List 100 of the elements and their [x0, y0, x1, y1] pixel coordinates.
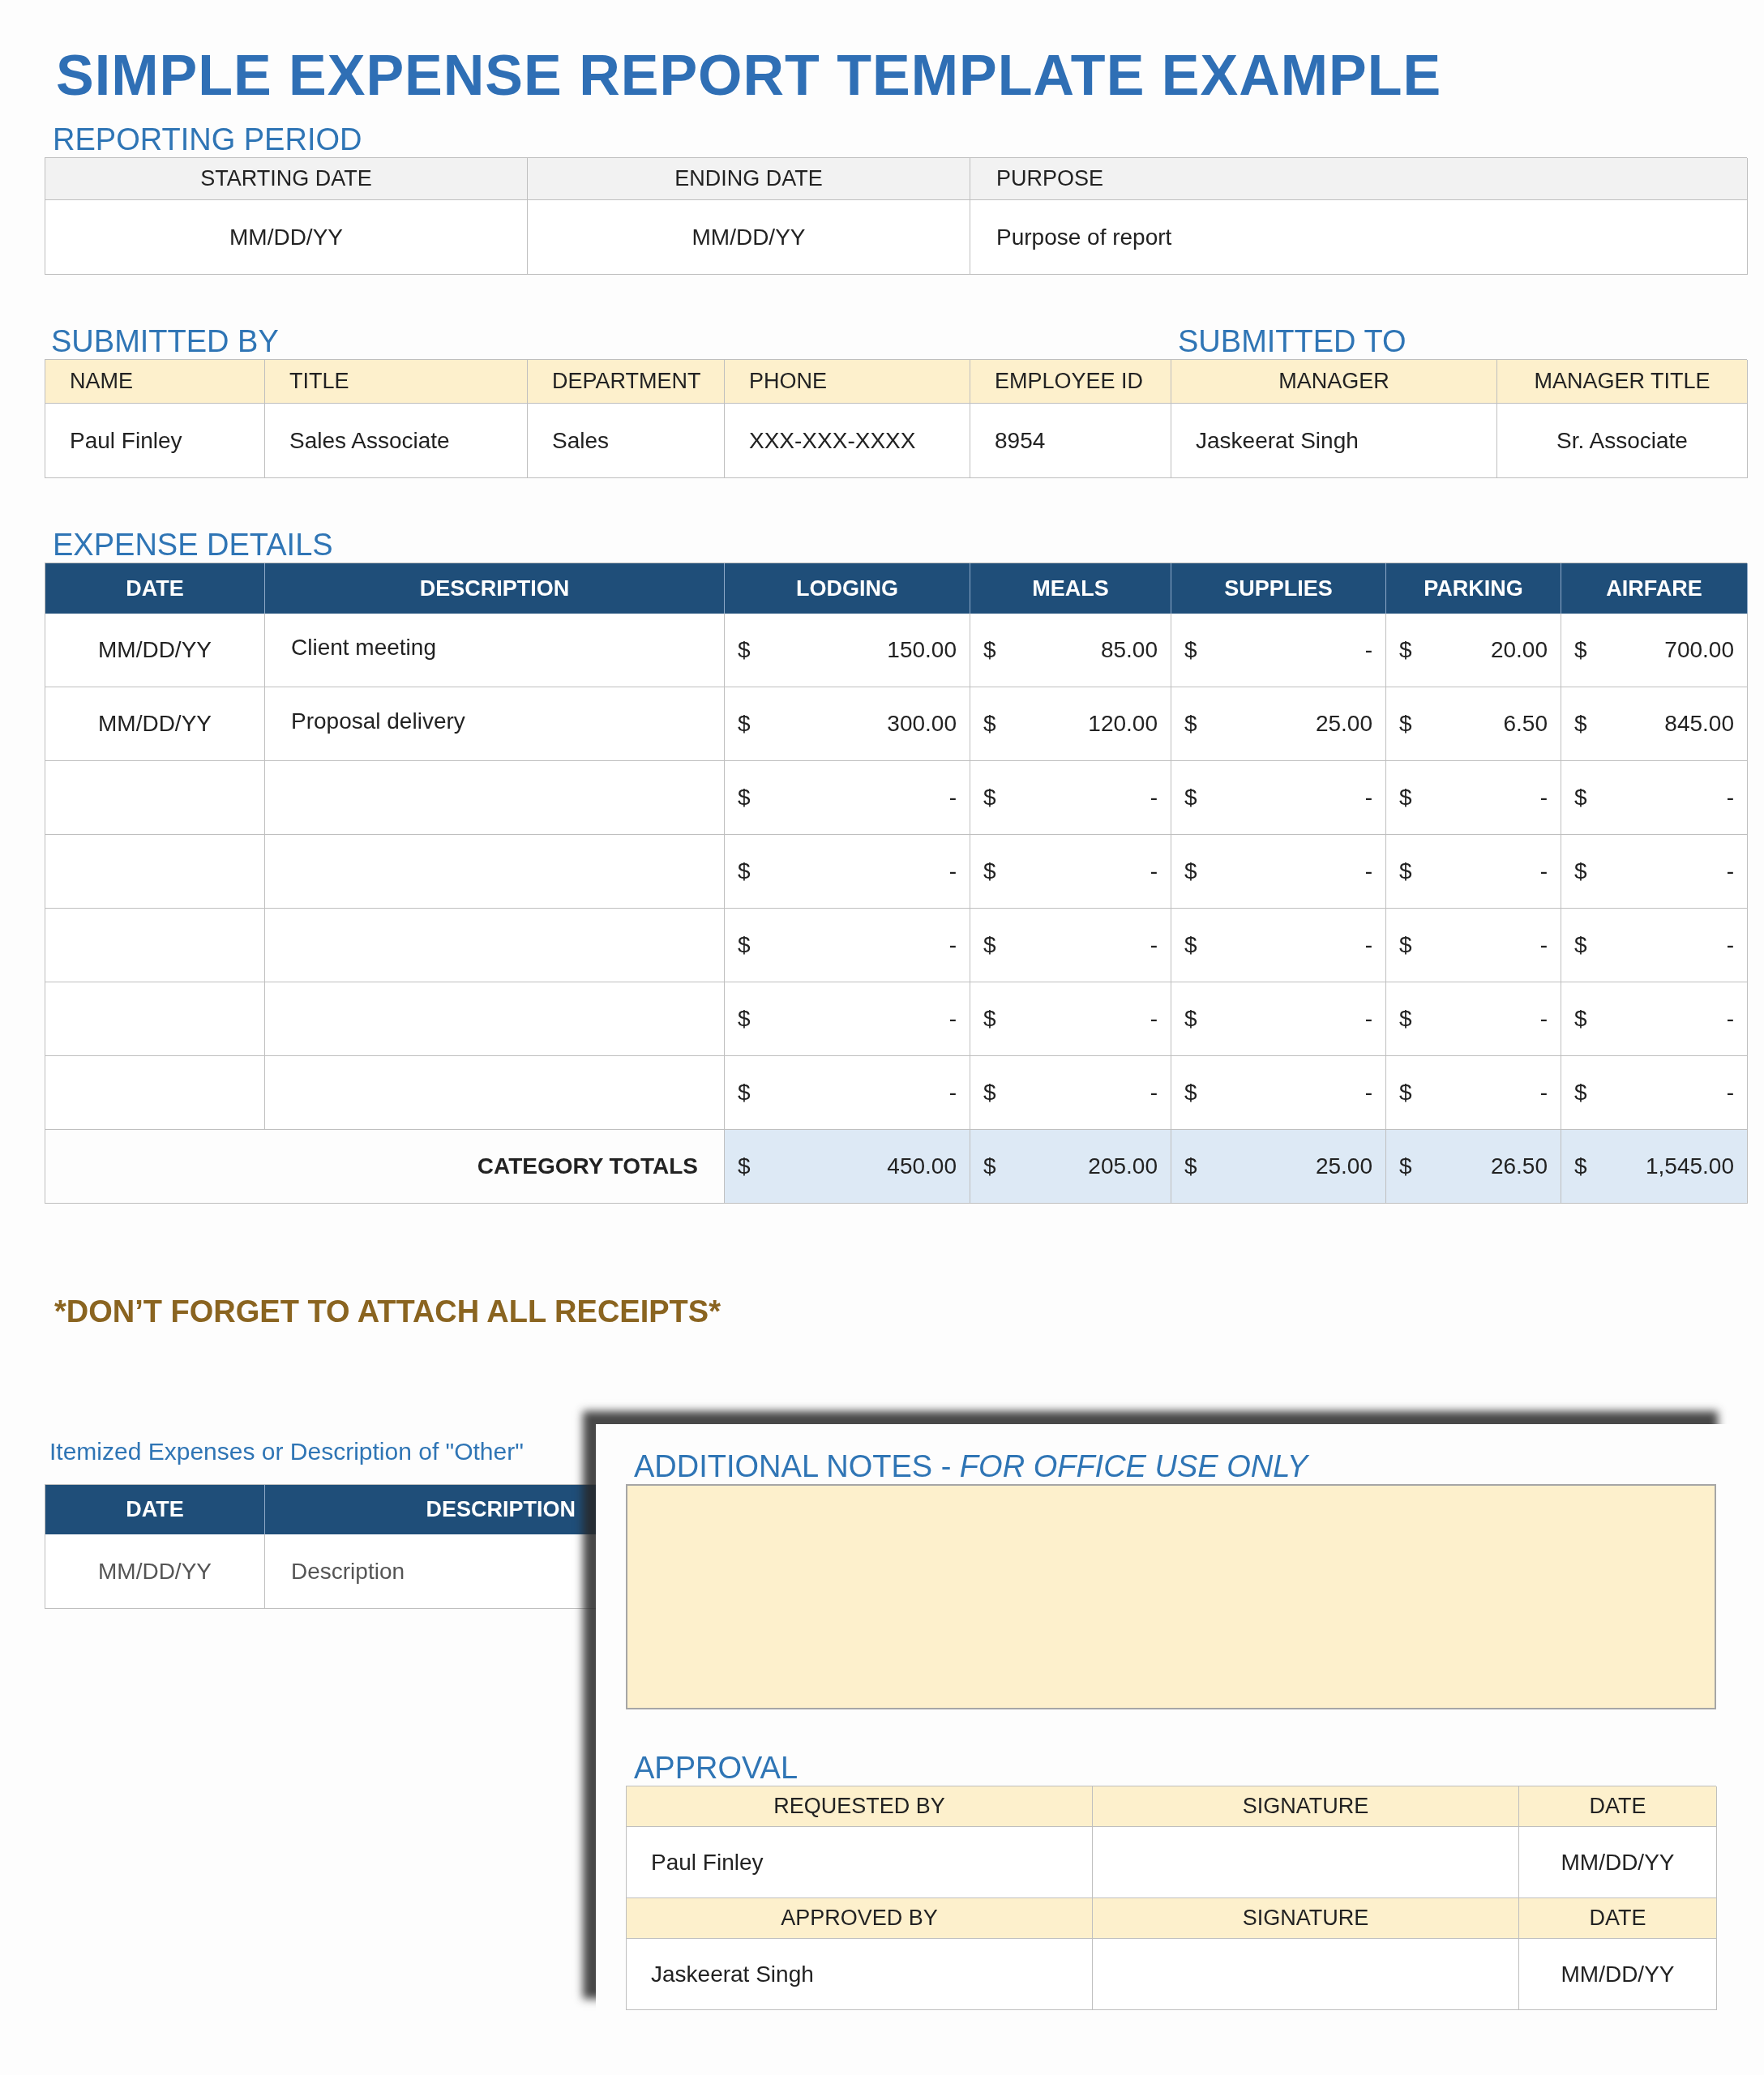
table-header-cell: MANAGER TITLE: [1497, 360, 1748, 404]
currency-sign: $: [1184, 1079, 1197, 1106]
table-header-cell: DATE: [1519, 1898, 1717, 1939]
amount-value: 25.00: [1315, 1153, 1372, 1180]
currency-sign: $: [738, 636, 751, 664]
table-header-cell: SUPPLIES: [1171, 563, 1386, 614]
amount-value: -: [1364, 636, 1372, 664]
table-header-cell: ENDING DATE: [528, 158, 970, 200]
amount-value: -: [1364, 1079, 1372, 1106]
table-cell: MM/DD/YY: [45, 614, 265, 687]
table-header-cell: EMPLOYEE ID: [970, 360, 1171, 404]
currency-sign: $: [1399, 931, 1412, 959]
currency-sign: $: [1574, 710, 1587, 738]
table-header-cell: DESCRIPTION: [265, 563, 725, 614]
amount-value: -: [1726, 858, 1734, 885]
currency-sign: $: [983, 1153, 996, 1180]
amount-value: -: [948, 1079, 957, 1106]
amount-value: -: [1726, 784, 1734, 811]
amount-value: -: [1150, 858, 1158, 885]
currency-sign: $: [1184, 784, 1197, 811]
amount-value: -: [1150, 1079, 1158, 1106]
amount-value: 150.00: [887, 636, 957, 664]
table-cell: Jaskeerat Singh: [627, 1939, 1093, 2010]
amount-value: -: [1726, 1005, 1734, 1033]
amount-value: 450.00: [887, 1153, 957, 1180]
currency-sign: $: [1184, 1005, 1197, 1033]
currency-sign: $: [1574, 784, 1587, 811]
table-cell: Sales: [528, 404, 725, 478]
currency-sign: $: [1184, 858, 1197, 885]
currency-sign: $: [1184, 636, 1197, 664]
currency-sign: $: [738, 1005, 751, 1033]
table-cell: Sales Associate: [265, 404, 528, 478]
section-heading: EXPENSE DETAILS: [52, 527, 334, 563]
table-header-cell: STARTING DATE: [45, 158, 528, 200]
currency-sign: $: [1399, 1153, 1412, 1180]
currency-sign: $: [1574, 1079, 1587, 1106]
currency-sign: $: [738, 931, 751, 959]
table-cell: MM/DD/YY: [45, 1534, 265, 1609]
amount-value: -: [1364, 858, 1372, 885]
currency-sign: $: [1184, 931, 1197, 959]
table-cell: 8954: [970, 404, 1171, 478]
currency-sign: $: [983, 710, 996, 738]
table-cell: MM/DD/YY: [45, 687, 265, 761]
table-cell: MM/DD/YY: [1519, 1939, 1717, 2010]
reminder-note: *DON’T FORGET TO ATTACH ALL RECEIPTS*: [54, 1294, 721, 1330]
amount-value: -: [1150, 784, 1158, 811]
amount-value: -: [1539, 931, 1548, 959]
table-cell: MM/DD/YY: [1519, 1827, 1717, 1898]
table-header-cell: APPROVED BY: [627, 1898, 1093, 1939]
amount-value: -: [1726, 1079, 1734, 1106]
table-cell: Sr. Associate: [1497, 404, 1748, 478]
amount-value: -: [1150, 1005, 1158, 1033]
amount-value: 6.50: [1503, 710, 1548, 738]
section-heading: REPORTING PERIOD: [52, 122, 363, 157]
table-header-cell: AIRFARE: [1561, 563, 1748, 614]
amount-value: -: [1539, 1079, 1548, 1106]
table-header-cell: PURPOSE: [970, 158, 1748, 200]
table-header-cell: SIGNATURE: [1093, 1786, 1519, 1827]
currency-sign: $: [1399, 858, 1412, 885]
amount-value: -: [1539, 858, 1548, 885]
totals-label: CATEGORY TOTALS: [45, 1130, 725, 1204]
currency-sign: $: [1399, 1005, 1412, 1033]
table-cell: MM/DD/YY: [528, 200, 970, 275]
table-cell: Paul Finley: [45, 404, 265, 478]
table-header-cell: MEALS: [970, 563, 1171, 614]
currency-sign: $: [738, 1153, 751, 1180]
currency-sign: $: [1574, 931, 1587, 959]
amount-value: -: [948, 931, 957, 959]
section-heading: APPROVAL: [633, 1750, 799, 1786]
table-cell: XXX-XXX-XXXX: [725, 404, 970, 478]
section-heading: ADDITIONAL NOTES - FOR OFFICE USE ONLY: [633, 1448, 1310, 1484]
table-cell: Proposal delivery: [265, 687, 725, 761]
amount-value: -: [1364, 931, 1372, 959]
table-header-cell: NAME: [45, 360, 265, 404]
amount-value: -: [1539, 784, 1548, 811]
section-heading: Itemized Expenses or Description of "Other": [49, 1437, 524, 1466]
amount-value: -: [1364, 1005, 1372, 1033]
table-header-cell: DEPARTMENT: [528, 360, 725, 404]
amount-value: 1,545.00: [1646, 1153, 1734, 1180]
table-cell: MM/DD/YY: [45, 200, 528, 275]
table-header-cell: SIGNATURE: [1093, 1898, 1519, 1939]
currency-sign: $: [983, 858, 996, 885]
currency-sign: $: [1184, 1153, 1197, 1180]
amount-value: 700.00: [1664, 636, 1734, 664]
amount-value: 300.00: [887, 710, 957, 738]
currency-sign: $: [983, 636, 996, 664]
table-header-cell: DATE: [1519, 1786, 1717, 1827]
amount-value: 20.00: [1490, 636, 1548, 664]
table-cell: Purpose of report: [970, 200, 1748, 275]
currency-sign: $: [738, 858, 751, 885]
currency-sign: $: [1574, 1005, 1587, 1033]
table-header-cell: LODGING: [725, 563, 970, 614]
table-cell: Jaskeerat Singh: [1171, 404, 1497, 478]
amount-value: 205.00: [1088, 1153, 1158, 1180]
currency-sign: $: [983, 1005, 996, 1033]
amount-value: -: [948, 784, 957, 811]
amount-value: -: [1150, 931, 1158, 959]
section-heading: SUBMITTED TO: [1178, 323, 1406, 359]
amount-value: 85.00: [1100, 636, 1158, 664]
currency-sign: $: [1574, 1153, 1587, 1180]
